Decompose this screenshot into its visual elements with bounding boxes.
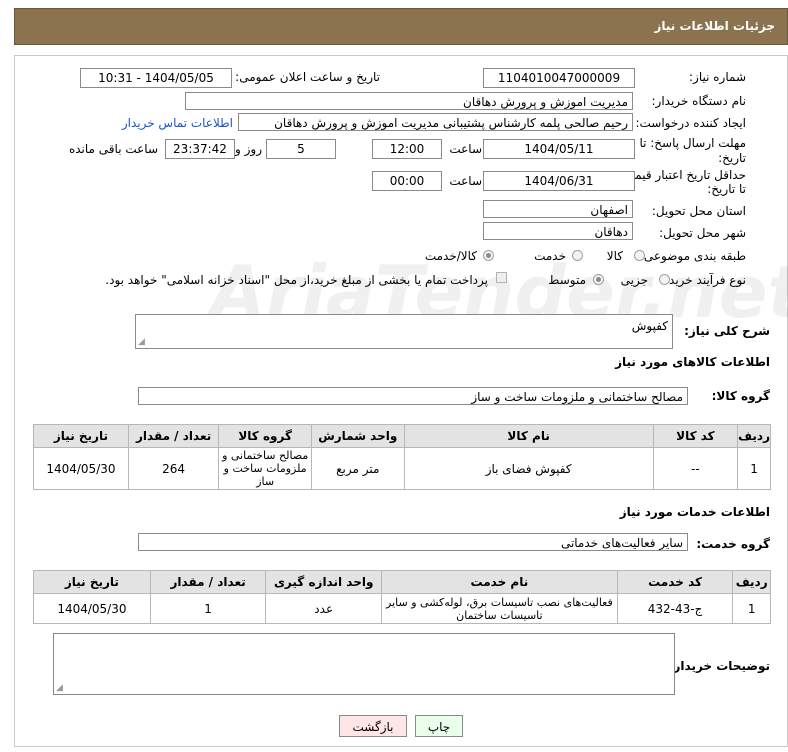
validity-date-field[interactable]: 1404/06/31 <box>483 171 635 191</box>
process-radio-minor[interactable] <box>659 274 670 285</box>
province-label: استان محل تحویل: <box>651 204 746 218</box>
goods-col-code: کد کالا <box>652 424 739 448</box>
print-button[interactable]: چاپ <box>415 715 463 737</box>
resize-grip-icon[interactable]: ◢ <box>138 337 145 347</box>
announce-field[interactable]: 1404/05/05 - 10:31 <box>80 68 232 88</box>
services-table-header: ردیف کد خدمت نام خدمت واحد اندازه گیری ت… <box>33 570 771 594</box>
deadline-label: مهلت ارسال پاسخ: تا <box>639 136 746 150</box>
goods-section-title: اطلاعات کالاهای مورد نیاز <box>615 355 770 369</box>
resize-grip-icon[interactable]: ◢ <box>56 683 63 693</box>
services-group-field[interactable]: سایر فعالیت‌های خدماتی <box>138 533 688 551</box>
services-col-date: تاریخ نیاز <box>33 570 151 594</box>
cell-date: 1404/05/30 <box>33 447 129 490</box>
services-section-title: اطلاعات خدمات مورد نیاز <box>619 505 770 519</box>
cell-qty: 264 <box>127 447 220 490</box>
process-option-minor: جزیی <box>620 273 648 287</box>
services-col-unit: واحد اندازه گیری <box>265 570 382 594</box>
category-radio-goods-service[interactable] <box>483 250 494 261</box>
buyer-notes-textarea[interactable]: ◢ <box>53 633 675 695</box>
cell-row: 1 <box>737 447 771 490</box>
validity-label-date: تا تاریخ: <box>707 182 746 196</box>
buyer-org-field[interactable]: مدیریت اموزش و پرورش دهاقان <box>185 92 633 110</box>
process-label: نوع فرآیند خرید : <box>661 273 746 287</box>
category-radio-goods[interactable] <box>634 250 645 261</box>
category-radio-service[interactable] <box>572 250 583 261</box>
goods-col-unit: واحد شمارش <box>310 424 405 448</box>
payment-note: پرداخت تمام یا بخشی از مبلغ خرید،از محل … <box>105 273 488 287</box>
cell-row: 1 <box>732 593 771 624</box>
category-option-goods: کالا <box>606 249 623 263</box>
need-number-label: شماره نیاز: <box>689 70 746 84</box>
process-option-medium: متوسط <box>548 273 586 287</box>
remaining-label: ساعت باقی مانده <box>68 142 158 156</box>
city-field[interactable]: دهاقان <box>483 222 633 240</box>
table-row[interactable]: 1 -- کفپوش فضای باز متر مربع مصالح ساختم… <box>33 447 771 490</box>
cell-code: ج-43-432 <box>616 593 734 624</box>
remaining-time-field[interactable]: 23:37:42 <box>165 139 235 159</box>
goods-group-label: گروه کالا: <box>711 389 770 403</box>
goods-col-name: نام کالا <box>403 424 654 448</box>
buyer-org-label: نام دستگاه خریدار: <box>651 94 747 108</box>
days-field[interactable]: 5 <box>266 139 336 159</box>
deadline-time-label: ساعت <box>449 142 482 156</box>
cell-unit: متر مربع <box>310 447 405 490</box>
deadline-label-date: تاریخ: <box>718 151 746 165</box>
announce-label: تاریخ و ساعت اعلان عمومی: <box>235 70 380 84</box>
services-col-code: کد خدمت <box>616 570 734 594</box>
description-text: کفپوش <box>631 319 668 333</box>
services-col-name: نام خدمت <box>381 570 618 594</box>
goods-col-qty: تعداد / مقدار <box>127 424 220 448</box>
deadline-time-field[interactable]: 12:00 <box>372 139 442 159</box>
cell-code: -- <box>652 447 739 490</box>
validity-time-label: ساعت <box>449 174 482 188</box>
goods-table-header: ردیف کد کالا نام کالا واحد شمارش گروه کا… <box>33 424 771 448</box>
validity-label: حداقل تاریخ اعتبار قیمت: <box>619 168 746 182</box>
page-title: جزئیات اطلاعات نیاز <box>654 19 775 33</box>
category-label: طبقه بندی موضوعی: <box>639 249 746 263</box>
goods-col-row: ردیف <box>737 424 771 448</box>
cell-name: فعالیت‌های نصب تاسیسات برق، لوله‌کشی و س… <box>381 593 618 624</box>
cell-group: مصالح ساختمانی و ملزومات ساخت و ساز <box>218 447 312 490</box>
services-group-label: گروه خدمت: <box>696 537 770 551</box>
goods-group-field[interactable]: مصالح ساختمانی و ملزومات ساخت و ساز <box>138 387 688 405</box>
description-label: شرح کلی نیاز: <box>684 324 770 338</box>
process-radio-medium[interactable] <box>593 274 604 285</box>
description-textarea[interactable]: کفپوش ◢ <box>135 314 673 349</box>
category-option-service: خدمت <box>534 249 566 263</box>
creator-label: ایجاد کننده درخواست: <box>635 116 746 130</box>
cell-date: 1404/05/30 <box>33 593 151 624</box>
need-number-field[interactable]: 1104010047000009 <box>483 68 635 88</box>
goods-table: ردیف کد کالا نام کالا واحد شمارش گروه کا… <box>33 424 771 490</box>
province-field[interactable]: اصفهان <box>483 200 633 218</box>
city-label: شهر محل تحویل: <box>659 226 746 240</box>
goods-col-date: تاریخ نیاز <box>33 424 129 448</box>
creator-field[interactable]: رحیم صالحی پلمه کارشناس پشتیبانی مدیریت … <box>238 113 633 131</box>
buyer-notes-label: توضیحات خریدار: <box>668 659 770 673</box>
cell-name: کفپوش فضای باز <box>403 447 654 490</box>
payment-checkbox[interactable] <box>496 272 507 283</box>
services-col-qty: تعداد / مقدار <box>149 570 267 594</box>
contact-link[interactable]: اطلاعات تماس خریدار <box>122 116 233 130</box>
back-button[interactable]: بازگشت <box>339 715 407 737</box>
goods-col-group: گروه کالا <box>218 424 312 448</box>
services-table: ردیف کد خدمت نام خدمت واحد اندازه گیری ت… <box>33 570 771 624</box>
days-label: روز و <box>235 142 262 156</box>
category-option-goods-service: کالا/خدمت <box>424 249 477 263</box>
cell-qty: 1 <box>149 593 267 624</box>
page-header: جزئیات اطلاعات نیاز <box>14 8 788 45</box>
validity-time-field[interactable]: 00:00 <box>372 171 442 191</box>
deadline-date-field[interactable]: 1404/05/11 <box>483 139 635 159</box>
cell-unit: عدد <box>265 593 382 624</box>
services-col-row: ردیف <box>732 570 771 594</box>
table-row[interactable]: 1 ج-43-432 فعالیت‌های نصب تاسیسات برق، ل… <box>33 593 771 624</box>
